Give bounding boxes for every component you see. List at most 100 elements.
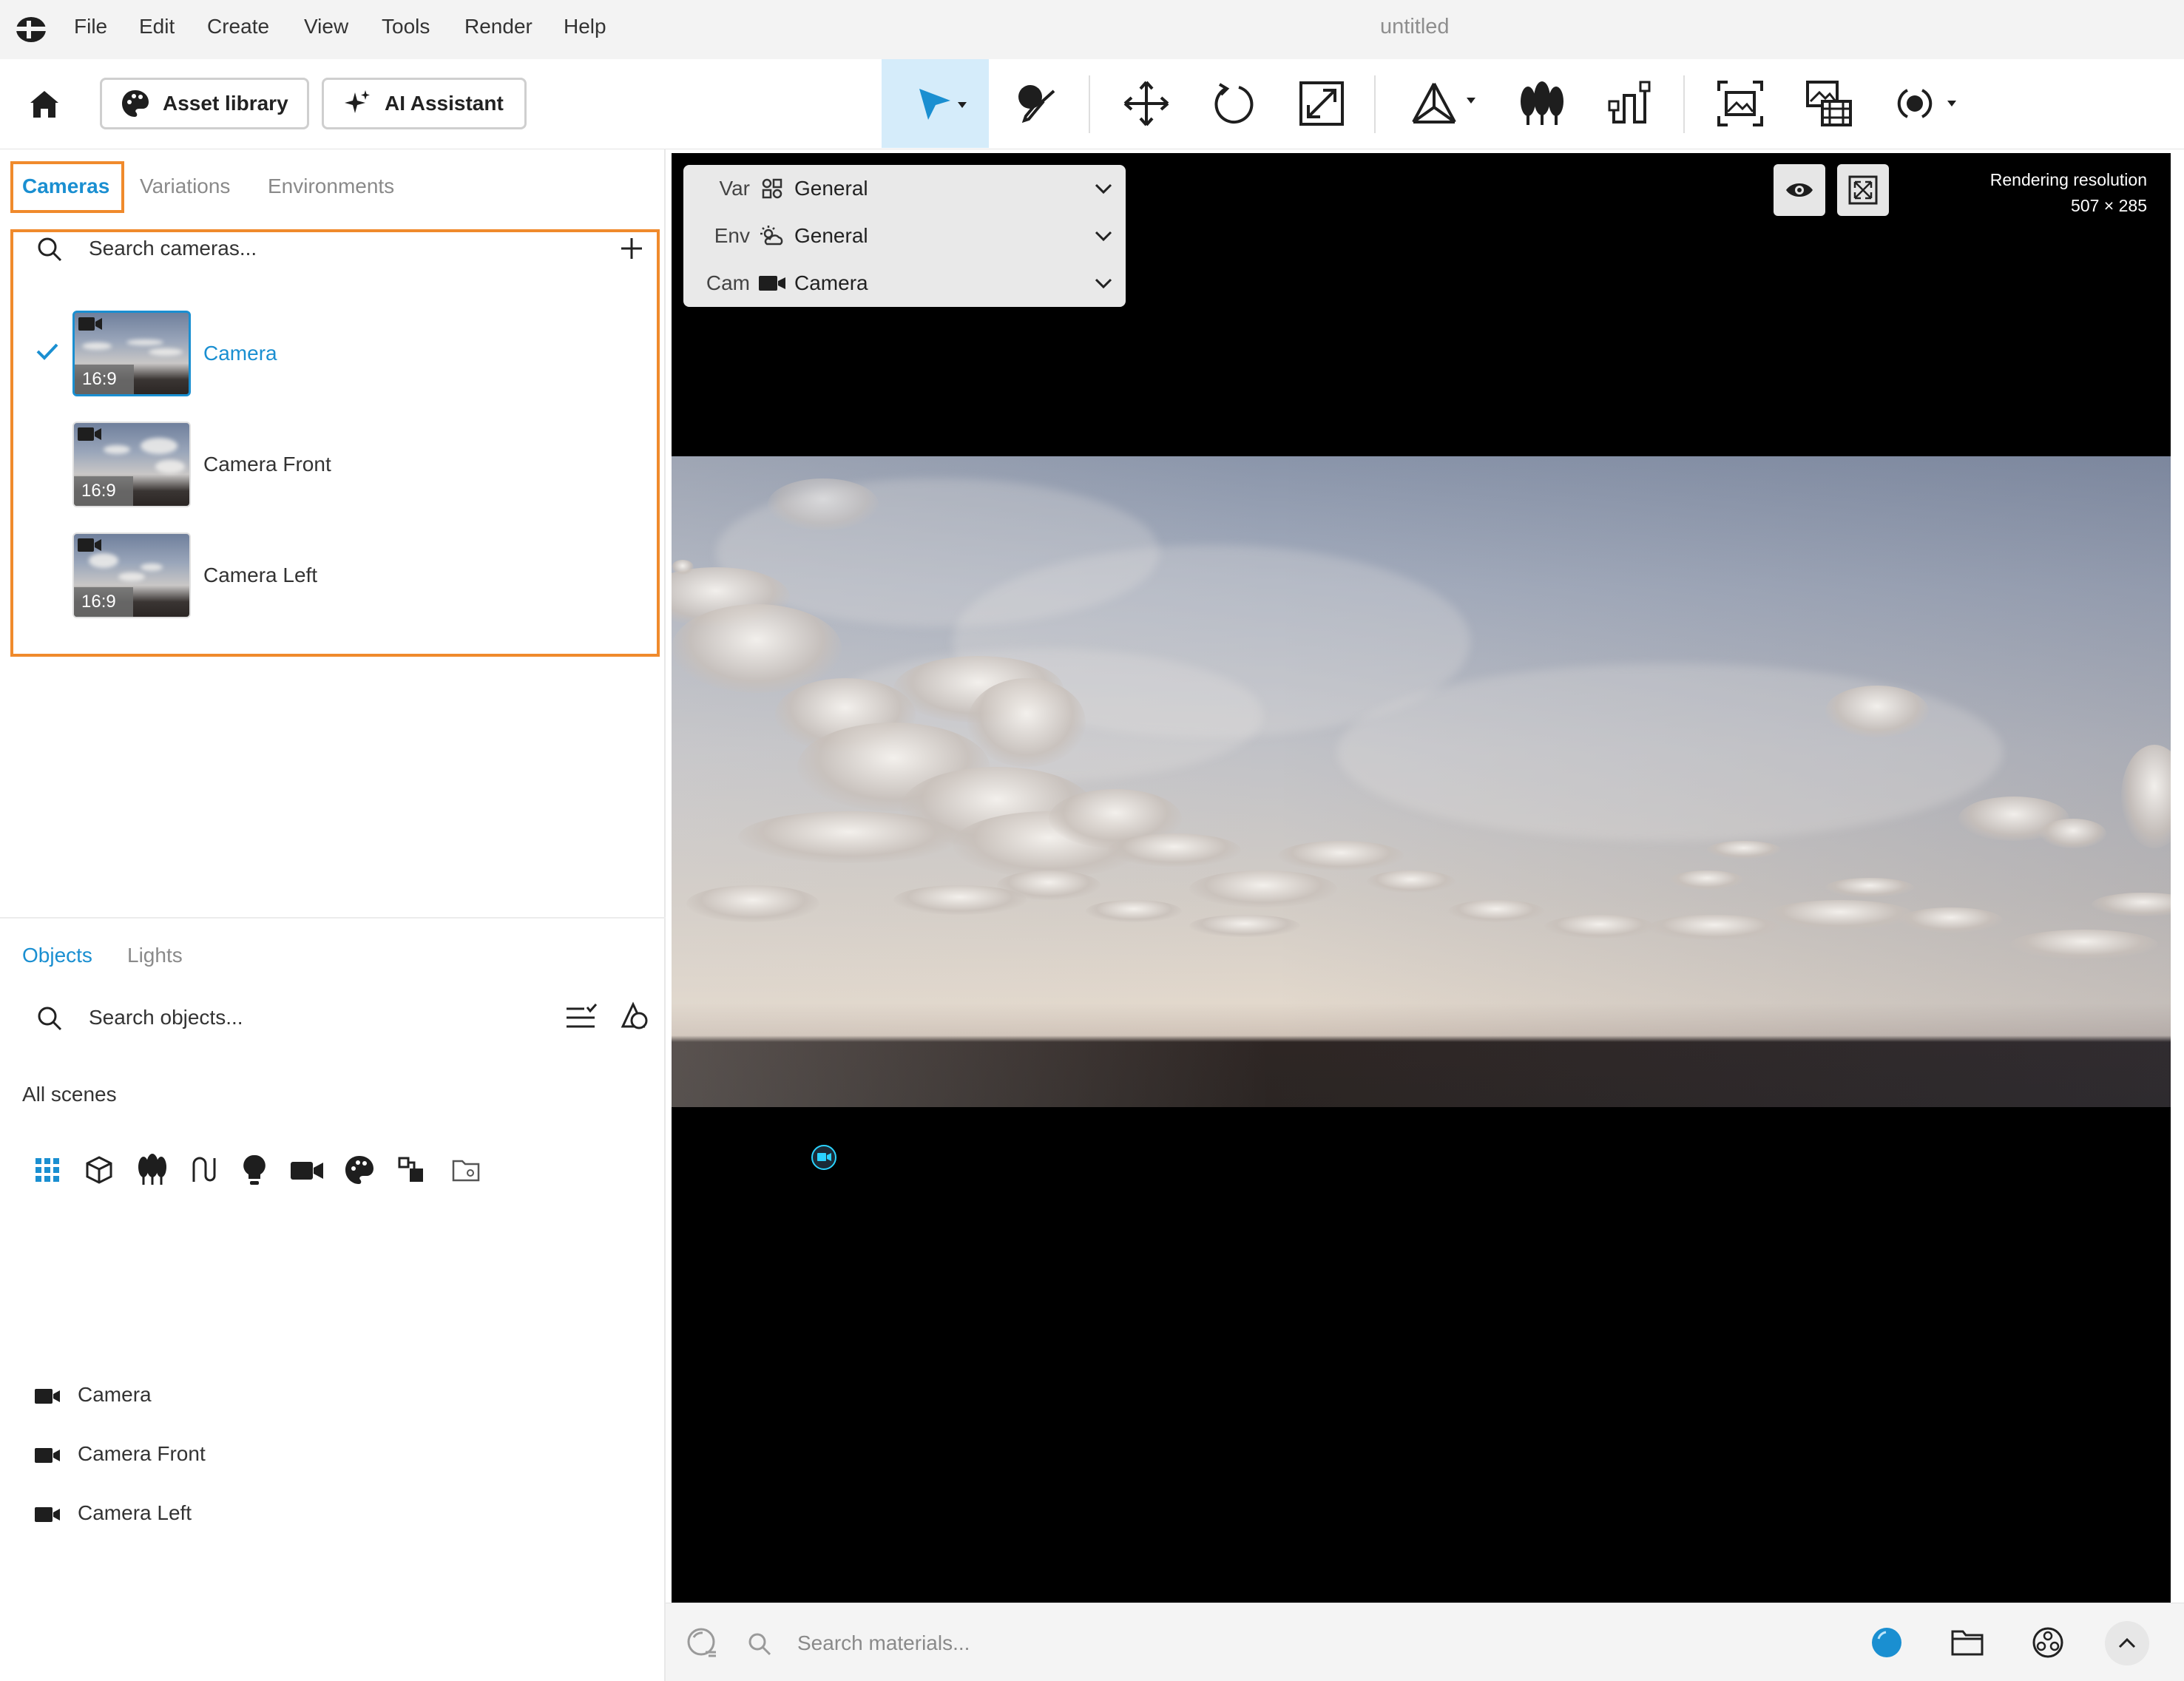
object-item-camera-left[interactable]: Camera Left <box>78 1501 192 1525</box>
menu-bar: File Edit Create View Tools Render Help … <box>0 0 2184 59</box>
object-search-input[interactable]: Search objects... <box>89 1006 243 1029</box>
scale-icon <box>1299 81 1344 126</box>
material-library-icon[interactable] <box>2031 1626 2065 1660</box>
left-panel: Cameras Variations Environments Search c… <box>0 149 666 1681</box>
camera-search-input[interactable]: Search cameras... <box>89 237 257 260</box>
camera-dropdown[interactable]: Cam Camera <box>683 260 1126 307</box>
select-tool[interactable] <box>882 59 989 148</box>
variation-key-label: Var <box>719 177 751 200</box>
rendering-resolution-label: Rendering resolution <box>1989 170 2147 189</box>
plants-icon[interactable] <box>136 1154 169 1186</box>
visibility-toggle-button[interactable] <box>1774 164 1825 216</box>
environment-value: General <box>794 224 868 247</box>
palette-icon[interactable] <box>343 1154 376 1186</box>
menu-file[interactable]: File <box>74 15 107 38</box>
scene-shapes-icon[interactable] <box>618 1000 651 1032</box>
pivot-tool[interactable] <box>1399 59 1488 148</box>
rendering-resolution-info: Rendering resolution 507 × 285 <box>1990 167 2147 219</box>
camera-key-label: Cam <box>706 271 750 294</box>
menu-edit[interactable]: Edit <box>139 15 175 38</box>
camera-value: Camera <box>794 271 868 294</box>
camera-icon <box>78 538 101 552</box>
fullscreen-icon <box>1848 175 1878 205</box>
object-item-camera[interactable]: Camera <box>78 1383 152 1407</box>
selected-check-icon <box>36 343 58 360</box>
toolbar-divider <box>1683 75 1685 133</box>
curve-icon[interactable] <box>189 1155 219 1185</box>
tab-objects[interactable]: Objects <box>22 944 92 967</box>
toolbar-divider <box>1374 75 1376 133</box>
folder-icon[interactable] <box>1950 1628 1984 1657</box>
home-icon[interactable] <box>28 89 61 120</box>
panel-divider <box>0 917 666 919</box>
menu-create[interactable]: Create <box>207 15 269 38</box>
light-bulb-icon[interactable] <box>241 1154 268 1186</box>
camera-icon <box>78 317 102 331</box>
tab-lights[interactable]: Lights <box>127 944 183 967</box>
environment-dropdown[interactable]: Env General <box>683 212 1126 260</box>
all-scenes-label[interactable]: All scenes <box>22 1083 117 1106</box>
constraint-icon <box>1608 81 1651 124</box>
variations-icon <box>762 178 782 199</box>
rotate-tool[interactable] <box>1200 59 1266 148</box>
expand-button[interactable] <box>2105 1621 2149 1665</box>
menu-view[interactable]: View <box>304 15 348 38</box>
material-sphere-icon[interactable] <box>686 1627 719 1660</box>
search-icon <box>38 1007 62 1031</box>
menu-tools[interactable]: Tools <box>382 15 430 38</box>
viewport[interactable] <box>672 153 2171 1603</box>
search-icon <box>38 237 62 262</box>
filter-list-icon[interactable] <box>565 1003 599 1032</box>
render-region-icon <box>1717 81 1763 126</box>
fullscreen-button[interactable] <box>1837 164 1889 216</box>
pivot-icon <box>1412 83 1475 124</box>
constraint-tool[interactable] <box>1596 59 1663 148</box>
material-preview-icon[interactable] <box>1870 1626 1904 1660</box>
move-tool[interactable] <box>1113 59 1180 148</box>
camera-thumbnail[interactable]: 16:9 <box>72 311 191 396</box>
camera-marker-icon[interactable] <box>811 1144 837 1171</box>
scale-tool[interactable] <box>1288 59 1355 148</box>
scatter-tool[interactable] <box>1509 59 1575 148</box>
material-search-input[interactable]: Search materials... <box>797 1631 970 1655</box>
record-icon <box>1897 89 1956 118</box>
search-icon <box>748 1633 771 1656</box>
aspect-ratio-badge: 16:9 <box>74 587 133 617</box>
camera-left-item-label[interactable]: Camera Left <box>203 564 317 587</box>
cube-icon[interactable] <box>84 1155 114 1185</box>
camera-front-item-label[interactable]: Camera Front <box>203 453 331 476</box>
tab-environments[interactable]: Environments <box>268 175 394 198</box>
camera-item-label[interactable]: Camera <box>203 342 277 365</box>
menu-render[interactable]: Render <box>464 15 533 38</box>
eye-icon <box>1786 183 1813 197</box>
asset-library-label: Asset library <box>163 92 288 115</box>
folder-icon[interactable] <box>451 1157 481 1183</box>
add-camera-icon[interactable] <box>618 235 645 262</box>
camera-left-thumbnail[interactable]: 16:9 <box>72 532 191 618</box>
tab-variations[interactable]: Variations <box>140 175 230 198</box>
window-title: untitled <box>1380 15 1450 38</box>
menu-help[interactable]: Help <box>564 15 606 38</box>
aspect-ratio-badge: 16:9 <box>75 365 134 394</box>
render-queue-tool[interactable] <box>1796 59 1862 148</box>
camera-front-thumbnail[interactable]: 16:9 <box>72 422 191 507</box>
variation-dropdown[interactable]: Var General <box>683 165 1126 212</box>
palette-icon <box>122 90 149 117</box>
environment-key-label: Env <box>714 224 750 247</box>
tab-cameras[interactable]: Cameras <box>22 175 109 198</box>
rotate-icon <box>1214 83 1254 124</box>
asset-library-button[interactable]: Asset library <box>100 78 309 129</box>
render-region-tool[interactable] <box>1707 59 1774 148</box>
viewport-selector-panel: Var General Env General Cam Camera <box>683 165 1126 307</box>
eyedropper-tool[interactable] <box>1002 59 1069 148</box>
material-bar: Search materials... <box>666 1603 2184 1681</box>
instances-icon[interactable] <box>398 1157 425 1183</box>
chevron-down-icon <box>1095 183 1112 195</box>
rendering-resolution-value: 507 × 285 <box>2071 196 2147 215</box>
grid-icon[interactable] <box>34 1157 61 1183</box>
camera-icon <box>35 1507 60 1522</box>
camera-icon[interactable] <box>290 1160 324 1182</box>
record-tool[interactable] <box>1884 59 1973 148</box>
ai-assistant-button[interactable]: AI Assistant <box>322 78 527 129</box>
object-item-camera-front[interactable]: Camera Front <box>78 1442 206 1466</box>
